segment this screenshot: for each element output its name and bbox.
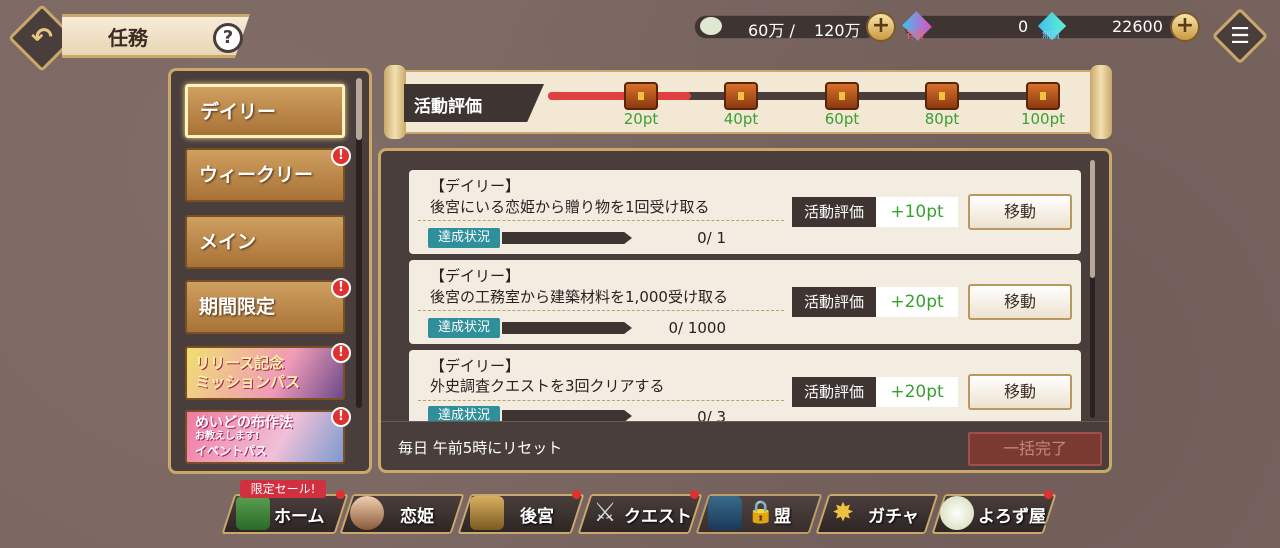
nav-gacha-label: ガチャ — [868, 507, 919, 527]
stamina-max: 120万 — [814, 21, 861, 40]
divider — [418, 310, 784, 312]
harem-icon — [470, 496, 504, 530]
paid-gem-label: 有償 — [906, 31, 925, 41]
chest-icon[interactable] — [624, 82, 658, 110]
go-button[interactable]: 移動 — [968, 374, 1072, 410]
tier-label: 80pt — [924, 110, 960, 128]
notification-dot — [572, 490, 581, 499]
nav-heroines-label: 恋姫 — [400, 507, 434, 527]
go-button[interactable]: 移動 — [968, 194, 1072, 230]
tier-label: 60pt — [824, 110, 860, 128]
eval-label: 活動評価 — [792, 287, 876, 317]
scroll-roll-left — [384, 65, 406, 139]
free-gem-value: 22600 — [1112, 17, 1163, 36]
footer-divider — [381, 421, 1109, 422]
home-icon — [236, 496, 270, 530]
sale-badge: 限定セール! — [240, 480, 326, 498]
back-arrow-icon: ↶ — [31, 23, 53, 53]
divider — [418, 220, 784, 222]
eval-label: 活動評価 — [792, 377, 876, 407]
mission-list: 【デイリー】 後宮にいる恋姫から贈り物を1回受け取る 達成状況 0/ 1 活動評… — [0, 160, 1280, 421]
nav-quest-label: クエスト — [624, 507, 692, 527]
progress-count: 0/ 3 — [697, 408, 726, 421]
sidebar-scroll-thumb[interactable] — [356, 78, 362, 140]
help-button[interactable]: ? — [213, 23, 243, 53]
lock-icon: 🔒 — [747, 500, 775, 525]
progress-bar — [502, 410, 632, 421]
banner-line: イベントパス — [195, 444, 268, 458]
mission-tag: 【デイリー】 — [430, 267, 521, 285]
tier-label: 20pt — [623, 110, 659, 128]
progress-count: 0/ 1000 — [668, 319, 726, 337]
chest-icon[interactable] — [825, 82, 859, 110]
eval-label: 活動評価 — [792, 197, 876, 227]
gacha-icon: ✸ — [832, 498, 854, 528]
scroll-roll-right — [1090, 65, 1112, 139]
bulk-complete-button[interactable]: 一括完了 — [968, 432, 1102, 466]
eval-value: +20pt — [876, 287, 958, 317]
tier-label: 100pt — [1020, 110, 1066, 128]
status-label: 達成状況 — [428, 318, 500, 338]
chest-icon[interactable] — [925, 82, 959, 110]
divider — [418, 400, 784, 402]
reward-label: 活動評価 — [414, 97, 482, 117]
banner-line: お教えします! — [195, 431, 260, 442]
reset-notice: 毎日 午前5時にリセット — [398, 439, 563, 457]
mission-desc: 後宮の工務室から建築材料を1,000受け取る — [430, 288, 728, 306]
status-label: 達成状況 — [428, 228, 500, 248]
notification-dot — [690, 490, 699, 499]
menu-icon: ☰ — [1230, 23, 1250, 49]
tier-label: 40pt — [723, 110, 759, 128]
stamina-add-button[interactable]: + — [866, 12, 896, 42]
go-button[interactable]: 移動 — [968, 284, 1072, 320]
nav-harem-label: 後宮 — [520, 507, 554, 527]
eval-value: +10pt — [876, 197, 958, 227]
nav-shop-label: よろず屋 — [978, 507, 1046, 527]
status-label: 達成状況 — [428, 406, 500, 421]
page-title: 任務 — [108, 26, 148, 50]
mission-desc: 後宮にいる恋姫から贈り物を1回受け取る — [430, 198, 710, 216]
mission-tag: 【デイリー】 — [430, 177, 521, 195]
paid-gem-value: 0 — [1018, 17, 1029, 36]
nav-home-label: ホーム — [274, 507, 325, 527]
progress-count: 0/ 1 — [697, 229, 726, 247]
reward-track-fill — [548, 92, 691, 100]
progress-bar — [502, 322, 632, 334]
notification-dot — [1044, 490, 1053, 499]
sword-icon: ⚔ — [593, 498, 617, 528]
notification-dot — [336, 490, 345, 499]
stamina-value: 60万 / — [748, 21, 795, 40]
mission-tag: 【デイリー】 — [430, 357, 521, 375]
mission-desc: 外史調査クエストを3回クリアする — [430, 377, 665, 395]
progress-bar — [502, 232, 632, 244]
flag-icon — [708, 496, 742, 530]
shop-bag-icon — [940, 496, 974, 530]
tab-daily[interactable]: デイリー — [185, 84, 345, 138]
chest-icon[interactable] — [1026, 82, 1060, 110]
stamina-icon — [700, 17, 722, 35]
eval-value: +20pt — [876, 377, 958, 407]
gem-add-button[interactable]: + — [1170, 12, 1200, 42]
chest-icon[interactable] — [724, 82, 758, 110]
heroine-icon — [350, 496, 384, 530]
free-gem-label: 無償 — [1042, 31, 1061, 41]
nav-alliance-label: 盟 — [774, 507, 791, 527]
